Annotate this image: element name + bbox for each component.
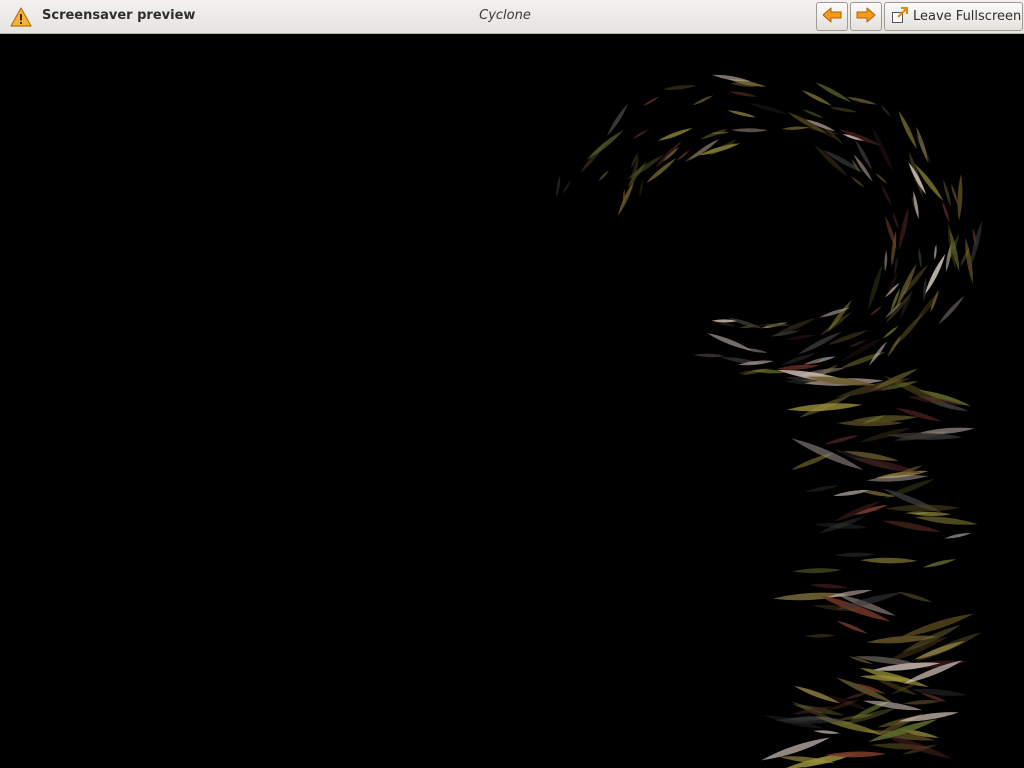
cyclone-particle	[885, 504, 961, 512]
cyclone-particle	[707, 333, 752, 351]
cyclone-particle	[781, 126, 810, 130]
cyclone-particle	[895, 407, 942, 422]
cyclone-particle	[586, 130, 624, 160]
cyclone-particle	[786, 403, 863, 412]
cyclone-particle	[728, 91, 758, 97]
cyclone-particle	[898, 110, 918, 150]
cyclone-particle	[869, 306, 883, 316]
cyclone-particle	[965, 237, 973, 284]
cyclone-particle	[786, 334, 816, 340]
cyclone-particle	[845, 96, 878, 105]
cyclone-particle	[562, 180, 572, 195]
cyclone-particle	[938, 295, 965, 325]
screensaver-preview-area	[0, 34, 1024, 768]
previous-screensaver-button[interactable]	[816, 2, 848, 31]
cyclone-particle	[880, 105, 891, 117]
cyclone-particle	[944, 533, 972, 539]
cyclone-particle	[871, 126, 893, 172]
cyclone-particle	[909, 688, 967, 696]
cyclone-particle	[884, 250, 888, 272]
cyclone-particle	[875, 173, 888, 184]
cyclone-animation	[556, 74, 983, 768]
cyclone-particle	[699, 128, 729, 140]
window-title: Screensaver preview	[42, 8, 196, 23]
cyclone-particle	[662, 85, 697, 90]
cyclone-particle	[730, 128, 768, 133]
cyclone-particle	[882, 325, 899, 339]
cyclone-particle	[829, 107, 859, 113]
cyclone-particle	[827, 299, 852, 332]
cyclone-particle	[804, 485, 840, 492]
cyclone-particle	[632, 129, 649, 139]
cyclone-particle	[887, 334, 902, 357]
cyclone-particle	[692, 95, 714, 106]
cyclone-particle	[606, 103, 629, 137]
cyclone-particle	[887, 271, 898, 296]
screensaver-name: Cyclone	[479, 8, 531, 23]
cyclone-particle	[804, 634, 836, 638]
cyclone-particle	[813, 730, 841, 734]
cyclone-particle	[684, 147, 709, 162]
leave-fullscreen-label: Leave Fullscreen	[913, 9, 1022, 24]
cyclone-particle	[868, 263, 883, 311]
cyclone-particle	[850, 176, 865, 188]
cyclone-particle	[897, 591, 933, 603]
cyclone-particle	[860, 557, 918, 564]
cyclone-particle	[833, 490, 869, 497]
cyclone-particle	[708, 139, 737, 157]
cyclone-particle	[934, 244, 937, 261]
cyclone-particle	[834, 552, 876, 557]
arrow-left-icon	[822, 7, 842, 27]
arrow-right-icon	[856, 7, 876, 27]
cyclone-particle	[885, 293, 912, 324]
cyclone-particle	[922, 559, 957, 568]
cyclone-particle	[892, 211, 899, 230]
cyclone-particle	[793, 685, 841, 704]
cyclone-particle	[902, 699, 942, 705]
cyclone-particle	[894, 256, 898, 276]
cyclone-particle	[836, 620, 868, 634]
cyclone-particle	[748, 102, 788, 114]
cyclone-particle	[957, 173, 963, 221]
cyclone-particle	[809, 584, 848, 589]
warning-icon	[10, 7, 32, 27]
cyclone-particle	[657, 127, 693, 141]
preview-toolbar: Screensaver preview Cyclone Leave Fullsc…	[0, 0, 1024, 34]
next-screensaver-button[interactable]	[850, 2, 882, 31]
cyclone-particle	[642, 96, 660, 107]
cyclone-particle	[918, 247, 922, 269]
cyclone-particle	[924, 253, 946, 295]
cyclone-particle	[556, 175, 561, 198]
cyclone-particle	[639, 178, 644, 198]
cyclone-particle	[598, 170, 610, 182]
cyclone-particle	[693, 353, 726, 358]
cyclone-particle	[802, 109, 824, 119]
cyclone-particle	[914, 516, 978, 525]
cyclone-particle	[727, 110, 757, 118]
cyclone-particle	[912, 290, 941, 326]
cyclone-particle	[880, 183, 893, 207]
leave-fullscreen-button[interactable]: Leave Fullscreen	[884, 2, 1023, 31]
cyclone-particle	[824, 435, 860, 445]
cyclone-particle	[792, 568, 842, 574]
cyclone-particle	[942, 200, 950, 223]
cyclone-particle	[727, 317, 763, 329]
leave-fullscreen-icon	[891, 6, 909, 28]
